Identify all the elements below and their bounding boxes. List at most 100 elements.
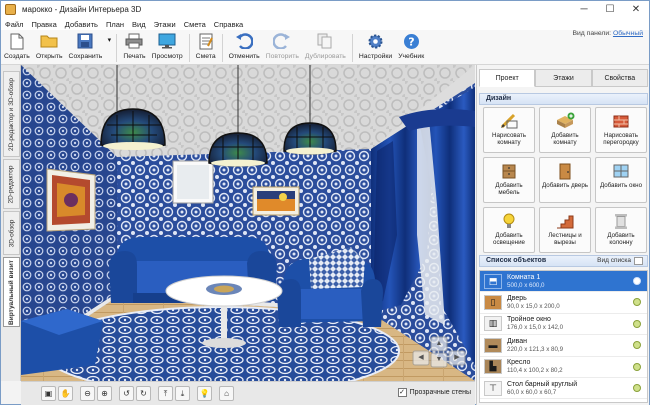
main-toolbar: Создать Открыть Сохранить ▾ Печать Просм…	[1, 30, 649, 65]
close-button[interactable]: ✕	[623, 1, 649, 18]
menu-view[interactable]: Вид	[128, 20, 150, 29]
list-item[interactable]: ⊤ Стол барный круглый 60,0 x 60,0 x 60,7	[480, 378, 647, 400]
save-dropdown-arrow[interactable]: ▾	[105, 32, 113, 64]
menu-help[interactable]: Справка	[210, 20, 247, 29]
draw-room-icon	[498, 112, 520, 130]
right-panel: Проект Этажи Свойства Дизайн Нарисовать …	[476, 65, 649, 405]
list-item[interactable]: ▬ Диван 220,0 x 121,3 x 80,9	[480, 335, 647, 357]
visibility-eye-icon[interactable]	[633, 277, 641, 285]
svg-text:?: ?	[408, 35, 414, 48]
nav-arrow-right[interactable]: ▶	[449, 351, 465, 365]
tab-virtual-visit[interactable]: Виртуальный визит	[3, 257, 20, 327]
zoom-out-icon[interactable]: ⊖	[80, 386, 95, 401]
menu-file[interactable]: Файл	[1, 20, 27, 29]
toolbar-separator	[116, 34, 118, 62]
open-button[interactable]: Открыть	[33, 32, 66, 64]
tutorial-button[interactable]: ? Учебник	[395, 32, 427, 64]
column-icon	[610, 212, 632, 230]
add-room-button[interactable]: Добавить комнату	[539, 107, 591, 153]
add-furniture-button[interactable]: Добавить мебель	[483, 157, 535, 203]
furniture-icon	[498, 162, 520, 180]
menu-plan[interactable]: План	[102, 20, 128, 29]
3d-viewport[interactable]: ◀ ▲ ▼ ▶	[21, 65, 475, 381]
nav-arrow-left[interactable]: ◀	[413, 351, 429, 365]
room-icon: ⬒	[484, 273, 502, 289]
tilt-up-icon[interactable]: ⤒	[158, 386, 173, 401]
camera-icon[interactable]: ▣	[41, 386, 56, 401]
add-lighting-button[interactable]: Добавить освещение	[483, 207, 535, 253]
save-button[interactable]: Сохранить	[66, 32, 106, 64]
add-window-button[interactable]: Добавить окно	[595, 157, 647, 203]
transparent-walls-toggle[interactable]: ✓ Прозрачные стены	[397, 388, 471, 397]
window-icon: ▥	[484, 316, 502, 332]
home-view-icon[interactable]: ⌂	[219, 386, 234, 401]
stairs-cutouts-button[interactable]: Лестницы и вырезы	[539, 207, 591, 253]
list-view-toggle[interactable]: Вид списка	[597, 256, 643, 266]
view-mode-tabs: 2D-редактор и 3D-обзор 2D-редактор 3D-об…	[1, 65, 21, 381]
menu-floors[interactable]: Этажи	[150, 20, 180, 29]
duplicate-button[interactable]: Дублировать	[302, 32, 349, 64]
list-item[interactable]: ⬒ Комната 1 500,0 x 600,0	[480, 271, 647, 293]
add-column-button[interactable]: Добавить колонну	[595, 207, 647, 253]
save-icon	[75, 32, 95, 50]
armchair-icon: ▙	[484, 359, 502, 375]
list-item[interactable]: ▥ Тройное окно 176,0 x 15,0 x 142,0	[480, 314, 647, 336]
object-list[interactable]: ⬒ Комната 1 500,0 x 600,0 ▯ Дверь 90,0 x…	[479, 270, 648, 403]
undo-icon	[234, 32, 254, 50]
tab-project[interactable]: Проект	[479, 69, 536, 87]
new-file-icon	[7, 32, 27, 50]
menu-edit[interactable]: Правка	[27, 20, 60, 29]
chevron-down-icon: ▾	[107, 37, 112, 44]
help-icon: ?	[401, 32, 421, 50]
visibility-eye-icon[interactable]	[633, 362, 641, 371]
object-list-header: Список объектов Вид списка	[479, 255, 648, 267]
menu-estimate[interactable]: Смета	[180, 20, 210, 29]
draw-room-button[interactable]: Нарисовать комнату	[483, 107, 535, 153]
hand-pan-icon[interactable]: ✋	[58, 386, 73, 401]
transparent-walls-checkbox[interactable]: ✓	[397, 388, 407, 397]
add-door-button[interactable]: Добавить дверь	[539, 157, 591, 203]
tab-floors[interactable]: Этажи	[535, 69, 592, 87]
maximize-button[interactable]: ☐	[597, 1, 623, 18]
visibility-eye-icon[interactable]	[633, 319, 641, 328]
view-panel-selector[interactable]: Вид панели: Обычный	[572, 30, 643, 37]
duplicate-icon	[315, 32, 335, 50]
visibility-eye-icon[interactable]	[633, 298, 641, 307]
table-icon: ⊤	[484, 380, 502, 396]
sofa-icon: ▬	[484, 337, 502, 353]
visibility-eye-icon[interactable]	[633, 341, 641, 350]
tab-2d-editor[interactable]: 2D-редактор	[3, 159, 20, 209]
redo-icon	[272, 32, 292, 50]
list-item[interactable]: ▙ Кресло 110,4 x 100,2 x 80,2	[480, 357, 647, 378]
door-icon	[554, 162, 576, 180]
create-button[interactable]: Создать	[1, 32, 33, 64]
title-bar[interactable]: марокко - Дизайн Интерьера 3D ─ ☐ ✕	[1, 1, 649, 18]
nav-arrow-up[interactable]: ▲	[431, 337, 447, 351]
draw-partition-button[interactable]: Нарисовать перегородку	[595, 107, 647, 153]
rotate-right-icon[interactable]: ↻	[136, 386, 151, 401]
menu-add[interactable]: Добавить	[61, 20, 102, 29]
print-button[interactable]: Печать	[120, 32, 148, 64]
rotate-left-icon[interactable]: ↺	[119, 386, 134, 401]
view-panel-value[interactable]: Обычный	[613, 30, 643, 37]
nav-arrow-down[interactable]: ▼	[431, 353, 447, 367]
tab-properties[interactable]: Свойства	[591, 69, 648, 87]
minimize-button[interactable]: ─	[571, 1, 597, 18]
open-folder-icon	[39, 32, 59, 50]
light-bulb-icon[interactable]: 💡	[197, 386, 212, 401]
preview-button[interactable]: Просмотр	[149, 32, 186, 64]
settings-button[interactable]: Настройки	[356, 32, 395, 64]
undo-button[interactable]: Отменить	[226, 32, 263, 64]
window-icon	[610, 162, 632, 180]
estimate-button[interactable]: Смета	[193, 32, 219, 64]
zoom-in-icon[interactable]: ⊕	[97, 386, 112, 401]
redo-button[interactable]: Повторить	[263, 32, 302, 64]
tab-2d-and-3d[interactable]: 2D-редактор и 3D-обзор	[3, 71, 20, 157]
estimate-icon	[196, 32, 216, 50]
toolbar-separator	[188, 34, 190, 62]
tilt-down-icon[interactable]: ⤓	[175, 386, 190, 401]
visibility-eye-icon[interactable]	[633, 383, 641, 392]
tab-3d-view[interactable]: 3D-обзор	[3, 211, 20, 255]
design-button-grid: Нарисовать комнату Добавить комнату Нари…	[483, 107, 647, 255]
list-item[interactable]: ▯ Дверь 90,0 x 15,0 x 200,0	[480, 292, 647, 314]
